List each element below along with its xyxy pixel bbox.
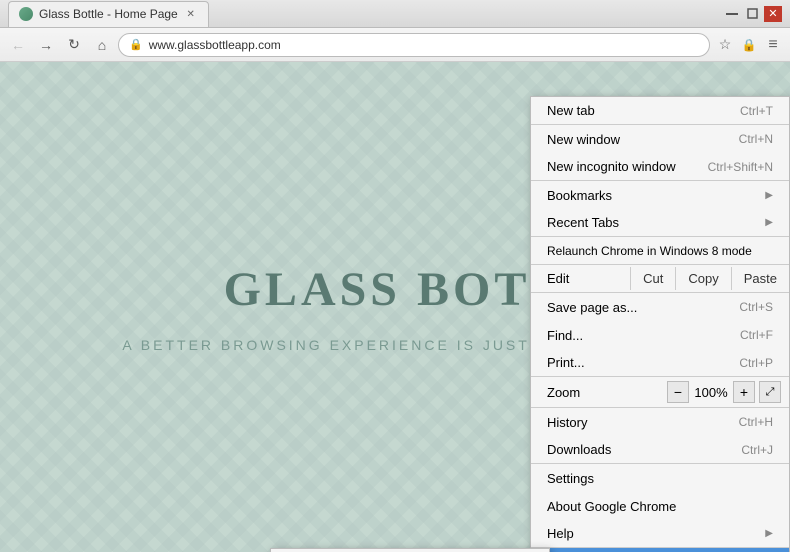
main-menu[interactable]: New tab Ctrl+T New window Ctrl+N New inc… (530, 96, 790, 552)
menu-item-save-page[interactable]: Save page as... Ctrl+S (531, 293, 789, 321)
bookmark-star-button[interactable]: ☆ (714, 34, 736, 56)
tab-label: Glass Bottle - Home Page (39, 7, 178, 21)
menu-button[interactable]: ≡ (762, 34, 784, 56)
zoom-expand-button[interactable]: ⤢ (759, 381, 781, 403)
menu-item-downloads[interactable]: Downloads Ctrl+J (531, 436, 789, 464)
browser-tab[interactable]: Glass Bottle - Home Page ✕ (8, 1, 209, 27)
maximize-button[interactable] (744, 6, 760, 22)
menu-item-new-tab[interactable]: New tab Ctrl+T (531, 97, 789, 125)
zoom-controls: − 100% + ⤢ (667, 381, 789, 403)
copy-button[interactable]: Copy (675, 267, 730, 290)
more-tools-submenu[interactable]: Create application shortcuts... Extensio… (270, 548, 550, 552)
edit-row: Edit Cut Copy Paste (531, 265, 789, 293)
zoom-value: 100% (693, 385, 729, 400)
menu-item-find[interactable]: Find... Ctrl+F (531, 321, 789, 349)
menu-item-about[interactable]: About Google Chrome (531, 492, 789, 520)
address-bar[interactable]: 🔒 www.glassbottleapp.com (118, 33, 710, 57)
menu-item-history[interactable]: History Ctrl+H (531, 408, 789, 436)
minimize-button[interactable] (724, 6, 740, 22)
menu-item-recent-tabs[interactable]: Recent Tabs ▶ (531, 209, 789, 237)
menu-item-more-tools[interactable]: More tools ▶ Create application shortcut… (531, 548, 789, 552)
home-button[interactable]: ⌂ (90, 33, 114, 57)
zoom-minus-button[interactable]: − (667, 381, 689, 403)
paste-button[interactable]: Paste (731, 267, 789, 290)
nav-right: ☆ 🔒 ≡ (714, 34, 784, 56)
zoom-row: Zoom − 100% + ⤢ (531, 377, 789, 408)
close-button[interactable]: ✕ (764, 6, 782, 22)
reload-button[interactable]: ↻ (62, 33, 86, 57)
menu-item-print[interactable]: Print... Ctrl+P (531, 349, 789, 377)
menu-item-relaunch[interactable]: Relaunch Chrome in Windows 8 mode (531, 237, 789, 265)
favicon (19, 7, 33, 21)
menu-item-settings[interactable]: Settings (531, 464, 789, 492)
menu-item-new-window[interactable]: New window Ctrl+N (531, 125, 789, 153)
window-controls: ✕ (724, 6, 782, 22)
back-button[interactable]: ← (6, 33, 30, 57)
browser-frame: Glass Bottle - Home Page ✕ ✕ ← → ↻ ⌂ 🔒 w… (0, 0, 790, 552)
menu-item-bookmarks[interactable]: Bookmarks ▶ (531, 181, 789, 209)
cut-button[interactable]: Cut (630, 267, 675, 290)
tab-close-button[interactable]: ✕ (184, 7, 198, 21)
menu-item-new-incognito[interactable]: New incognito window Ctrl+Shift+N (531, 153, 789, 181)
lock-icon: 🔒 (129, 38, 143, 51)
forward-button[interactable]: → (34, 33, 58, 57)
page-title: GLASS BOTT (224, 262, 567, 317)
address-text: www.glassbottleapp.com (149, 38, 281, 52)
nav-bar: ← → ↻ ⌂ 🔒 www.glassbottleapp.com ☆ 🔒 ≡ (0, 28, 790, 62)
menu-item-help[interactable]: Help ▶ (531, 520, 789, 548)
title-bar: Glass Bottle - Home Page ✕ ✕ (0, 0, 790, 28)
zoom-plus-button[interactable]: + (733, 381, 755, 403)
settings-button[interactable]: 🔒 (738, 34, 760, 56)
